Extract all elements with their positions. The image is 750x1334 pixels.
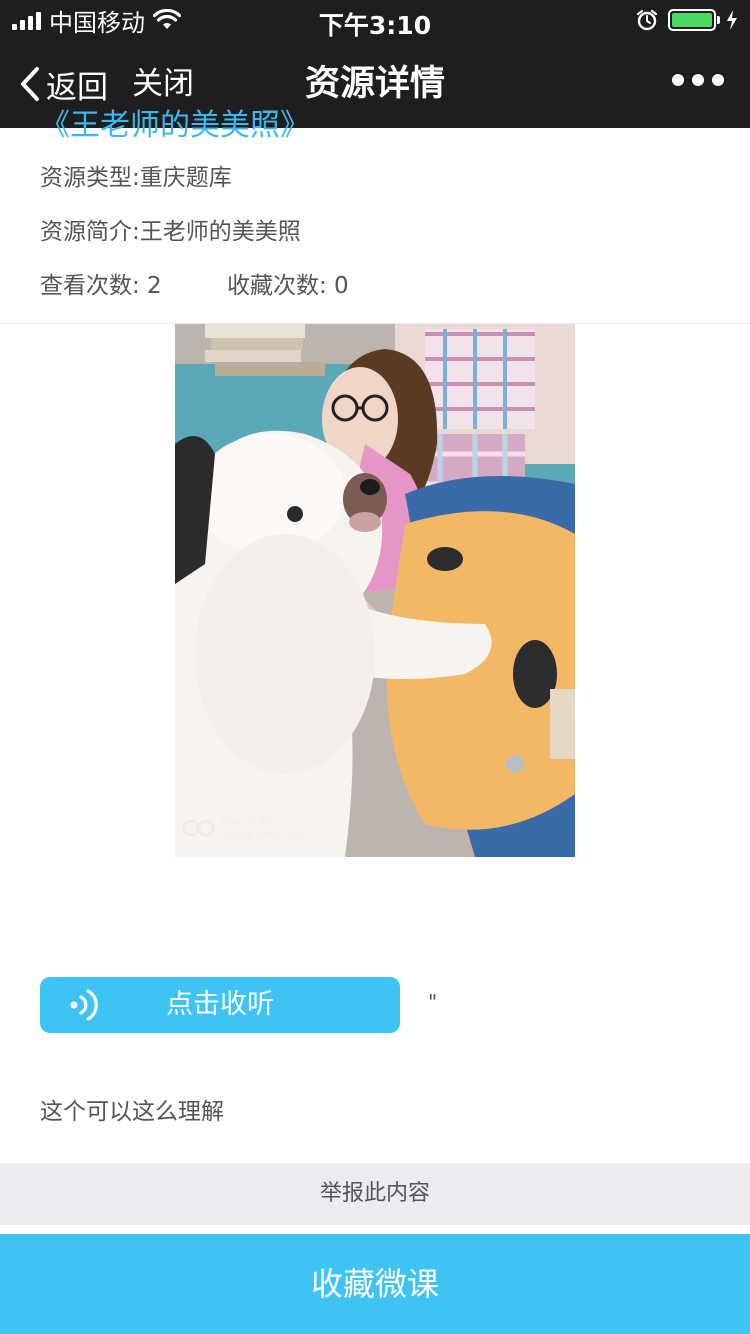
listen-label: 点击收听 — [166, 989, 274, 1020]
status-right — [636, 6, 738, 34]
photo-watermark-line1: Shot on S10 — [221, 816, 276, 827]
photo-illustration: Shot on S10 Gionee Selfie Flash — [175, 324, 575, 857]
status-bar: 中国移动 下午3:10 — [0, 0, 750, 40]
resource-description: 这个可以这么理解 — [40, 1099, 224, 1125]
view-count: 查看次数: 2 — [40, 273, 162, 299]
photo-watermark-line2: Gionee Selfie Flash — [221, 830, 308, 841]
more-options-icon[interactable] — [672, 74, 724, 86]
resource-photo[interactable]: Shot on S10 Gionee Selfie Flash — [175, 324, 575, 857]
resource-title: 《王老师的美美照》 — [40, 108, 310, 143]
back-button[interactable]: 返回 — [18, 62, 108, 106]
audio-side-text: " — [428, 990, 438, 1014]
listen-audio-button[interactable]: 点击收听 — [40, 977, 400, 1033]
battery-icon — [668, 9, 720, 31]
page-title: 资源详情 — [304, 64, 445, 104]
resource-intro: 资源简介:王老师的美美照 — [40, 219, 301, 245]
favorite-count: 收藏次数: 0 — [227, 273, 349, 299]
charging-icon — [727, 10, 737, 30]
report-button[interactable]: 举报此内容 — [0, 1163, 750, 1225]
alarm-icon — [636, 9, 658, 31]
back-label: 返回 — [46, 69, 108, 106]
resource-type: 资源类型:重庆题库 — [40, 165, 232, 191]
resource-stats: 查看次数: 2 收藏次数: 0 — [40, 270, 349, 302]
close-button[interactable]: 关闭 — [132, 62, 194, 106]
collect-course-button[interactable]: 收藏微课 — [0, 1234, 750, 1334]
chevron-left-icon — [21, 67, 39, 101]
